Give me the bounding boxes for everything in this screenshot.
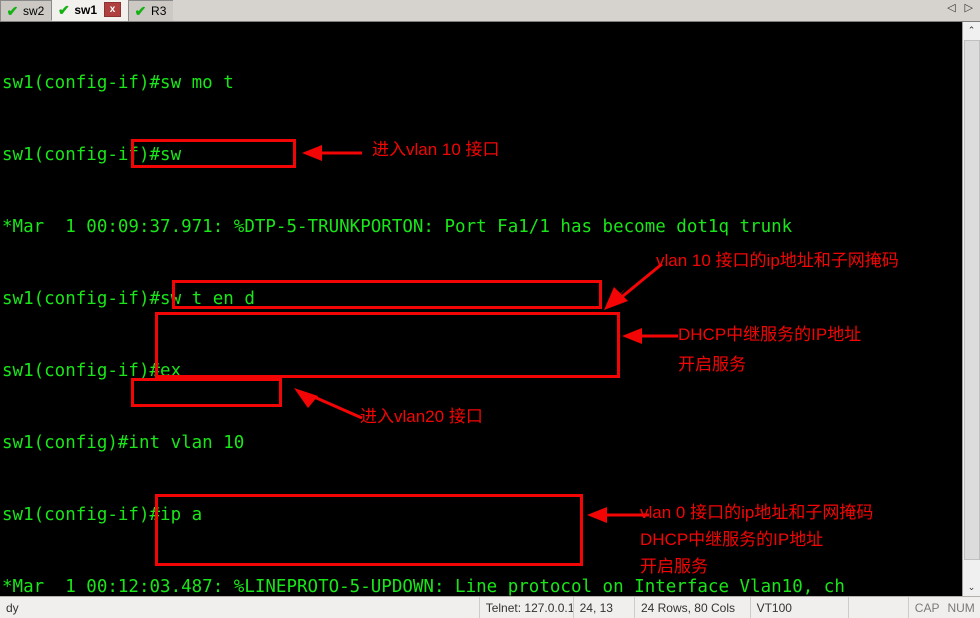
tab-label: sw2 xyxy=(23,4,45,18)
check-icon: ✔ xyxy=(6,2,19,19)
status-flags: CAP NUM xyxy=(909,597,980,618)
terminal-line: sw1(config-if)#sw xyxy=(2,145,182,165)
terminal-window: ✔ sw2 ✔ sw1 x ✔ R3 ◁ ▷ sw1(config-if)#sw… xyxy=(0,0,980,618)
status-bar: dy Telnet: 127.0.0.1 24, 13 24 Rows, 80 … xyxy=(0,596,980,618)
tab-nav-group: ◁ ▷ xyxy=(947,0,980,21)
tab-scroll-right-icon[interactable]: ▷ xyxy=(965,2,973,13)
terminal-line: *Mar 1 00:09:37.971: %DTP-5-TRUNKPORTON:… xyxy=(2,217,793,237)
terminal-line: sw1(config-if)#ex xyxy=(2,361,182,381)
tab-bar-spacer xyxy=(173,0,948,21)
terminal-line: sw1(config-if)#sw t en d xyxy=(2,289,255,309)
terminal-line: *Mar 1 00:12:03.487: %LINEPROTO-5-UPDOWN… xyxy=(2,577,845,596)
scrollbar-thumb[interactable] xyxy=(964,40,980,560)
terminal-line: sw1(config-if)#ip a xyxy=(2,505,203,525)
tab-label: R3 xyxy=(151,4,167,18)
status-cursor-position: 24, 13 xyxy=(574,597,635,618)
terminal-line: sw1(config-if)#sw mo t xyxy=(2,73,234,93)
check-icon: ✔ xyxy=(134,2,147,19)
terminal-console[interactable]: sw1(config-if)#sw mo t sw1(config-if)#sw… xyxy=(0,22,962,596)
status-connection: Telnet: 127.0.0.1 xyxy=(480,597,574,618)
scroll-down-icon[interactable]: ⌄ xyxy=(963,579,980,596)
scroll-up-icon[interactable]: ⌃ xyxy=(963,22,980,39)
tab-r3[interactable]: ✔ R3 xyxy=(128,0,175,21)
status-flag-cap: CAP xyxy=(914,600,940,615)
tab-label: sw1 xyxy=(74,3,98,17)
tab-bar: ✔ sw2 ✔ sw1 x ✔ R3 ◁ ▷ xyxy=(0,0,980,22)
check-icon: ✔ xyxy=(57,1,70,18)
tab-sw2[interactable]: ✔ sw2 xyxy=(0,0,53,21)
status-emulation: VT100 xyxy=(751,597,850,618)
vertical-scrollbar[interactable]: ⌃ ⌄ xyxy=(962,22,980,596)
tab-scroll-left-icon[interactable]: ◁ xyxy=(947,2,955,13)
status-dimensions: 24 Rows, 80 Cols xyxy=(635,597,751,618)
tab-sw1[interactable]: ✔ sw1 x xyxy=(51,0,130,21)
status-blank xyxy=(849,597,909,618)
close-icon[interactable]: x xyxy=(104,2,122,17)
status-ready: dy xyxy=(0,597,480,618)
terminal-line: sw1(config)#int vlan 10 xyxy=(2,433,245,453)
terminal-output: sw1(config-if)#sw mo t sw1(config-if)#sw… xyxy=(2,23,845,596)
status-flag-num: NUM xyxy=(947,600,975,615)
